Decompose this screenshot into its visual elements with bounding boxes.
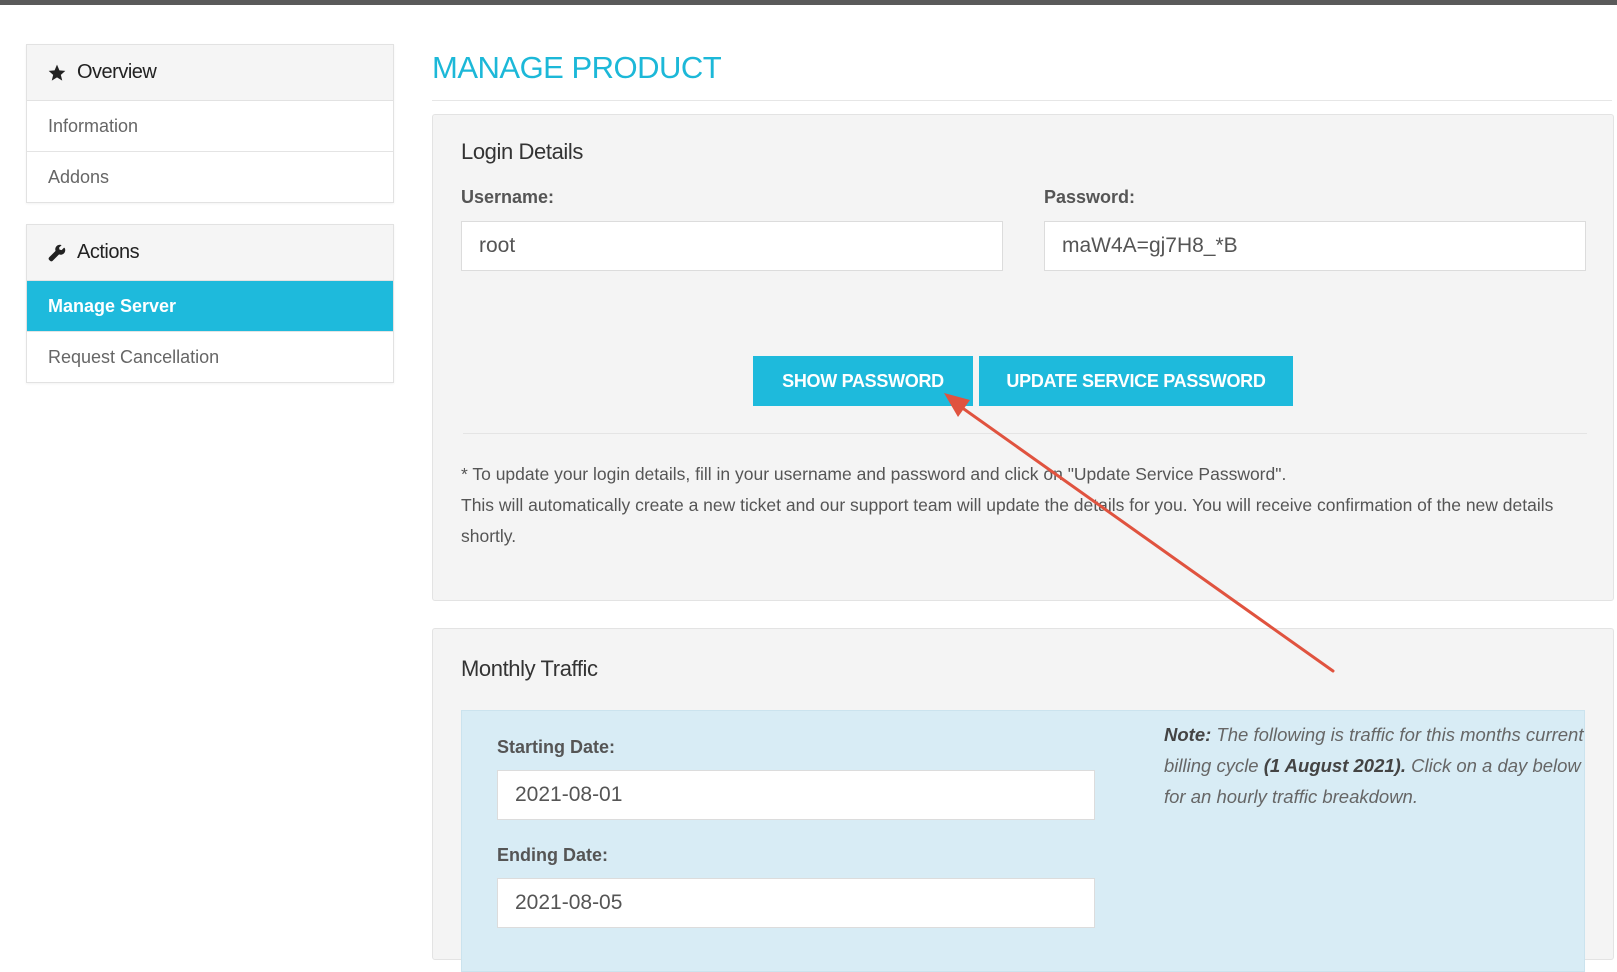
login-divider bbox=[463, 433, 1587, 434]
title-divider bbox=[432, 100, 1612, 101]
sidebar-overview-panel: Overview Information Addons bbox=[26, 44, 394, 203]
star-icon bbox=[47, 63, 67, 83]
starting-date-label: Starting Date: bbox=[497, 737, 616, 757]
login-details-card: Login Details Username: root Password: m… bbox=[432, 114, 1614, 601]
show-password-button[interactable]: SHOW PASSWORD bbox=[753, 356, 973, 406]
sidebar-item-request-cancellation[interactable]: Request Cancellation bbox=[27, 332, 393, 382]
wrench-icon bbox=[47, 243, 67, 263]
username-field[interactable]: root bbox=[461, 221, 1003, 271]
sidebar-item-addons[interactable]: Addons bbox=[27, 152, 393, 202]
overview-panel-header: Overview bbox=[27, 45, 393, 101]
overview-heading: Overview bbox=[77, 61, 157, 83]
login-help-line-1: * To update your login details, fill in … bbox=[461, 464, 1287, 484]
password-field[interactable]: maW4A=gj7H8_*B bbox=[1044, 221, 1586, 271]
ending-date-label: Ending Date: bbox=[497, 845, 608, 865]
login-help-text: * To update your login details, fill in … bbox=[461, 459, 1591, 552]
monthly-traffic-heading: Monthly Traffic bbox=[461, 656, 598, 681]
traffic-note: Note: The following is traffic for this … bbox=[1164, 719, 1584, 812]
top-bar bbox=[0, 0, 1617, 5]
traffic-date-panel: Starting Date: 2021-08-01 Ending Date: 2… bbox=[461, 710, 1585, 972]
sidebar-item-manage-server[interactable]: Manage Server bbox=[27, 281, 393, 332]
traffic-note-cycle: (1 August 2021). bbox=[1263, 755, 1406, 776]
monthly-traffic-card: Monthly Traffic Starting Date: 2021-08-0… bbox=[432, 628, 1614, 972]
sidebar-actions-panel: Actions Manage Server Request Cancellati… bbox=[26, 224, 394, 383]
login-details-heading: Login Details bbox=[461, 139, 583, 164]
username-label: Username: bbox=[461, 187, 555, 207]
password-label: Password: bbox=[1044, 187, 1136, 207]
ending-date-field[interactable]: 2021-08-05 bbox=[497, 878, 1095, 928]
page-title: MANAGE PRODUCT bbox=[432, 50, 722, 85]
actions-panel-header: Actions bbox=[27, 225, 393, 281]
sidebar-item-information[interactable]: Information bbox=[27, 101, 393, 152]
update-service-password-button[interactable]: UPDATE SERVICE PASSWORD bbox=[979, 356, 1293, 406]
login-help-line-2: This will automatically create a new tic… bbox=[461, 495, 1554, 546]
actions-heading: Actions bbox=[77, 241, 140, 263]
starting-date-field[interactable]: 2021-08-01 bbox=[497, 770, 1095, 820]
traffic-note-label: Note: bbox=[1164, 724, 1212, 745]
